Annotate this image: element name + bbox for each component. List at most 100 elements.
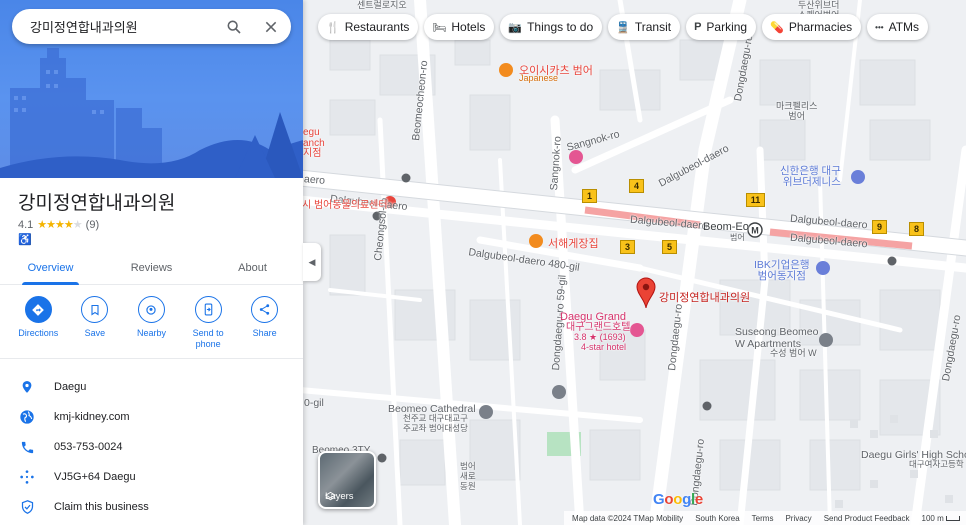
action-label: Send to phone [192, 328, 224, 350]
action-bar: Directions Save Nearby Send to phone Sha… [0, 296, 303, 359]
poi-daegu-branch[interactable]: egu anch 지점 [303, 127, 325, 160]
info-text: Claim this business [54, 501, 149, 513]
poi-oishi-sub: Japanese [519, 73, 559, 83]
collapse-panel-button[interactable]: ◀ [303, 243, 321, 281]
action-label: Share [252, 328, 277, 338]
info-address[interactable]: Daegu [0, 372, 303, 402]
place-marker [636, 277, 656, 309]
action-label: Directions [18, 328, 59, 338]
star-icon: ★ [37, 219, 47, 231]
road-label: 0-gil [304, 397, 324, 409]
poi-ibk[interactable]: IBK기업은행 범어동지점 [754, 259, 810, 282]
save-button[interactable]: Save [69, 296, 121, 358]
poi-top-center: 센트럴로지오 [357, 0, 407, 10]
chip-transit[interactable]: 🚆 Transit [608, 14, 681, 40]
send-to-phone-icon [194, 296, 222, 323]
chip-label: Parking [706, 20, 748, 34]
tab-reviews[interactable]: Reviews [101, 252, 202, 284]
search-button[interactable] [223, 16, 245, 38]
directions-button[interactable]: Directions [12, 296, 64, 358]
route-shield: 11 [746, 193, 765, 207]
route-shield: 9 [872, 220, 887, 234]
chip-things-to-do[interactable]: 📷 Things to do [500, 14, 603, 40]
layers-button[interactable]: Layers [318, 451, 376, 509]
review-count[interactable]: (9) [86, 219, 99, 231]
chip-label: Transit [634, 20, 672, 34]
map-footer: Map data ©2024 TMap Mobility South Korea… [564, 511, 966, 525]
scale-label: 100 m [921, 513, 944, 523]
chip-label: Hotels [451, 20, 486, 34]
poi-shinhan[interactable]: 신한은행 대구 위브더제니스 [780, 165, 841, 188]
info-text: kmj-kidney.com [54, 411, 130, 423]
close-icon [265, 21, 277, 33]
category-chips: 🍴 Restaurants 🛏 Hotels 📷 Things to do 🚆 Tran… [318, 14, 929, 40]
poi-grand-rating: 3.8 ★ (1693) [574, 332, 626, 342]
route-shield: 1 [582, 189, 597, 203]
chip-hotels[interactable]: 🛏 Hotels [424, 14, 495, 40]
poi-beomeo-station[interactable]: Beom-Eo [703, 221, 749, 234]
poi-beomeo-station-kr: 범어 [730, 233, 745, 242]
terms-link[interactable]: Terms [752, 514, 774, 523]
pharmacy-icon: 💊 [770, 21, 784, 34]
camera-icon: 📷 [508, 21, 523, 34]
poi-grand-type: 4-star hotel [581, 342, 627, 352]
chip-parking[interactable]: P Parking [686, 14, 757, 40]
poi-bottom-kr: 범어 새로 동원 [460, 461, 476, 491]
search-box[interactable] [12, 9, 291, 44]
poi-susong[interactable]: Suseong Beomeo W Apartments [735, 326, 818, 350]
scale-bar[interactable]: 100 m [922, 514, 960, 523]
poi-makeuri[interactable]: 마크펠리스 범어 [776, 101, 817, 122]
rating-value: 4.1 [18, 218, 34, 231]
poi-cathedral-kr: 천주교 대구대교구 주교좌 범어대성당 [403, 413, 468, 433]
directions-icon [24, 296, 52, 323]
svg-text:M: M [751, 226, 759, 236]
poi-animal-hospital[interactable]: 시 범어동물의료센터 [302, 196, 388, 211]
location-pin-icon [18, 378, 36, 396]
region-link[interactable]: South Korea [695, 514, 739, 523]
route-shield: 4 [629, 179, 644, 193]
poi-seohae[interactable]: 서해게장집 [548, 235, 599, 251]
search-input[interactable] [30, 19, 215, 34]
star-icon: ★ [55, 219, 65, 231]
chip-atms[interactable]: ••• ATMs [867, 14, 929, 40]
hero-image[interactable] [0, 0, 303, 178]
close-button[interactable] [260, 16, 282, 38]
share-icon [251, 296, 279, 323]
feedback-link[interactable]: Send Product Feedback [824, 514, 910, 523]
info-text: 053-753-0024 [54, 441, 123, 453]
route-shield: 3 [620, 240, 635, 254]
share-button[interactable]: Share [239, 296, 291, 358]
info-text: Daegu [54, 381, 87, 393]
info-plus-code[interactable]: VJ5G+64 Daegu [0, 462, 303, 492]
search-icon [227, 20, 241, 34]
marker-label[interactable]: 강미정연합내과의원 [659, 289, 750, 305]
parking-icon: P [694, 21, 702, 33]
privacy-link[interactable]: Privacy [785, 514, 811, 523]
tab-overview[interactable]: Overview [0, 252, 101, 285]
poi-susong-kr: 수성 범어 W [770, 348, 817, 358]
poi-girls-high-kr: 대구여자고등학 [909, 459, 964, 469]
road-label: aero [303, 173, 326, 187]
send-to-phone-button[interactable]: Send to phone [182, 296, 234, 358]
chip-label: Pharmacies [788, 20, 853, 34]
restaurant-icon: 🍴 [326, 21, 340, 34]
info-website[interactable]: kmj-kidney.com [0, 402, 303, 432]
place-tabs: Overview Reviews About [0, 252, 303, 285]
route-shield: 5 [662, 240, 677, 254]
nearby-button[interactable]: Nearby [125, 296, 177, 358]
atm-icon: ••• [875, 22, 884, 32]
chip-restaurants[interactable]: 🍴 Restaurants [318, 14, 419, 40]
wheelchair-icon[interactable]: ♿ [18, 233, 32, 246]
tab-about[interactable]: About [202, 252, 303, 284]
shield-check-icon [18, 498, 36, 516]
phone-icon [18, 438, 36, 456]
chip-pharmacies[interactable]: 💊 Pharmacies [762, 14, 862, 40]
action-label: Save [84, 328, 106, 338]
info-phone[interactable]: 053-753-0024 [0, 432, 303, 462]
chip-label: Restaurants [344, 20, 410, 34]
info-list: Daegu kmj-kidney.com 053-753-0024 VJ5G+6… [0, 372, 303, 522]
info-claim-business[interactable]: Claim this business [0, 492, 303, 522]
action-label: Nearby [136, 328, 166, 338]
bookmark-icon [81, 296, 109, 323]
star-rating: ★★★★★ [37, 218, 82, 231]
